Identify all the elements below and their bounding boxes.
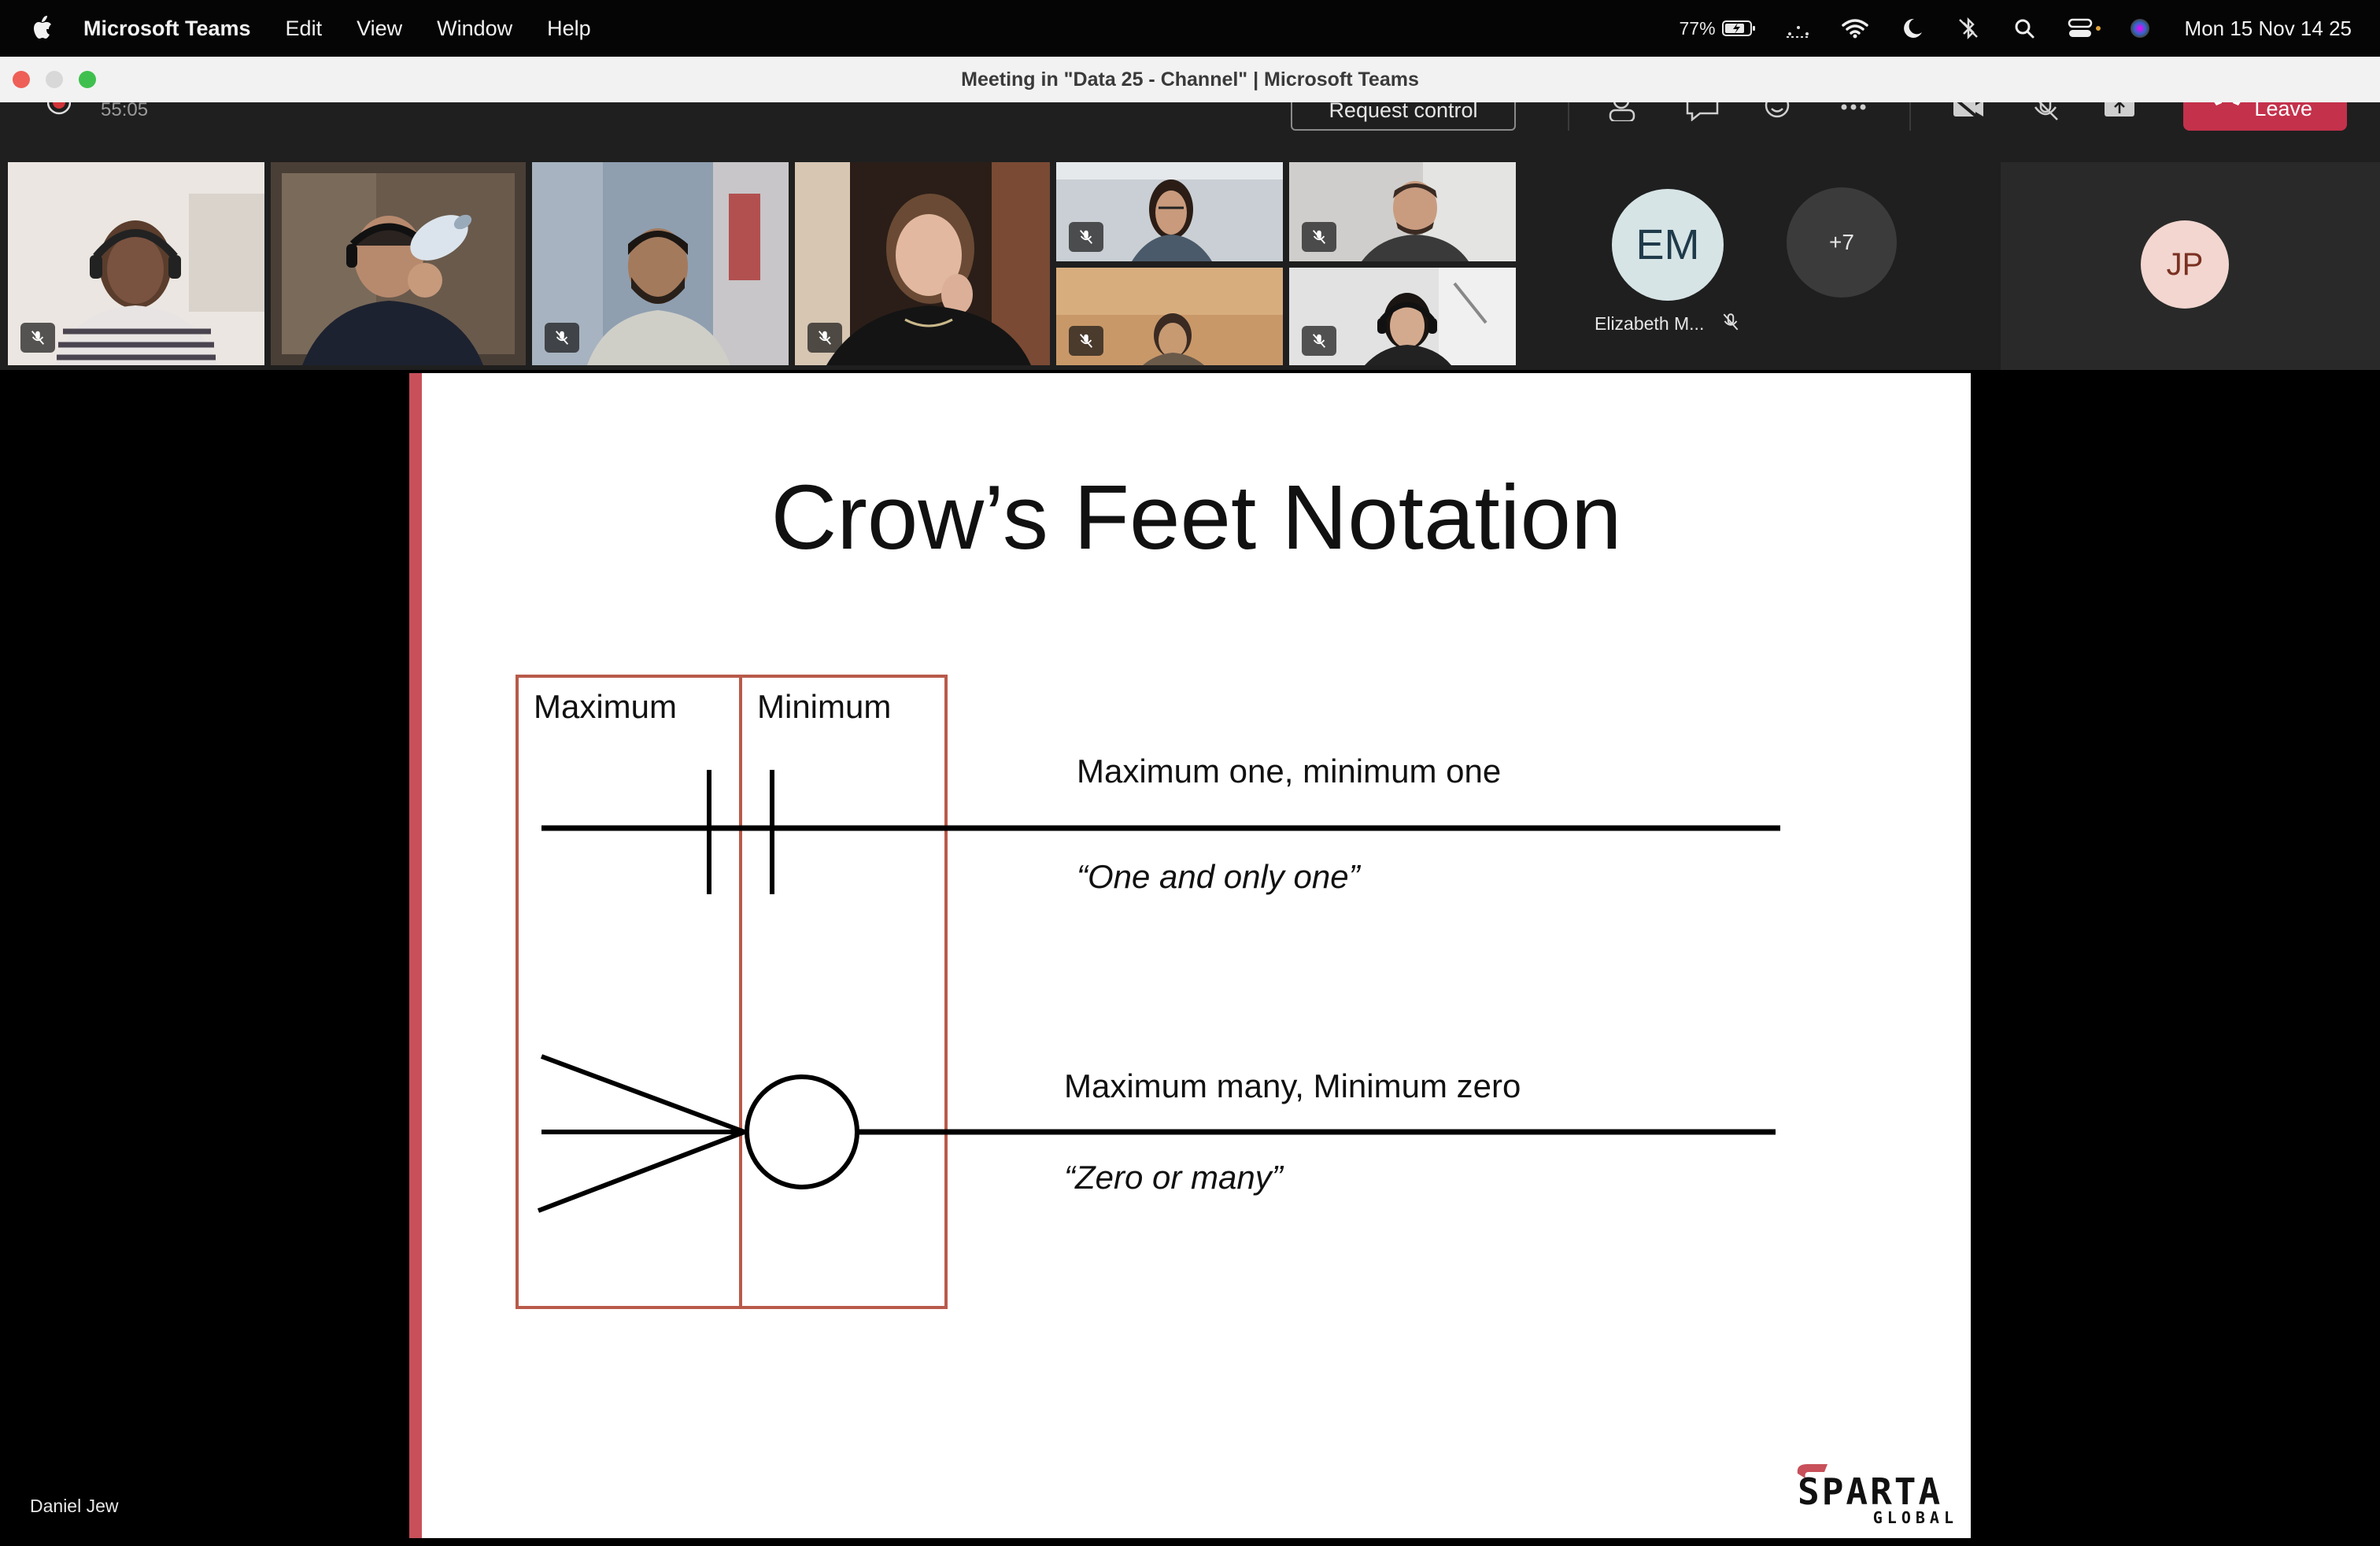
menu-edit[interactable]: Edit — [286, 17, 323, 41]
control-center-icon[interactable] — [2067, 17, 2101, 40]
participant-name-em: Elizabeth M... — [1595, 313, 1705, 334]
screen-mirroring-icon[interactable] — [1783, 17, 1813, 40]
participant-video-tile[interactable] — [1056, 268, 1283, 365]
request-control-button[interactable]: Request control — [1291, 102, 1516, 131]
menu-app-name[interactable]: Microsoft Teams — [83, 17, 251, 41]
recording-icon — [47, 102, 71, 115]
self-view-panel: JP — [2001, 162, 2380, 370]
overflow-count: +7 — [1829, 230, 1854, 254]
participant-video-tile[interactable] — [8, 162, 264, 365]
menu-help[interactable]: Help — [547, 17, 591, 41]
leave-button[interactable]: Leave — [2183, 102, 2347, 131]
mic-muted-icon — [1723, 313, 1739, 331]
participant-avatar-jp[interactable]: JP — [2141, 220, 2229, 309]
presenter-name: Daniel Jew — [30, 1496, 119, 1516]
mic-muted-icon — [1069, 222, 1103, 252]
row1-description: Maximum one, minimum one — [1077, 753, 1502, 790]
participant-video-tile[interactable] — [1056, 162, 1283, 261]
crows-foot-upper — [540, 1054, 746, 1134]
participant-video-tile-active[interactable] — [271, 162, 526, 365]
mic-muted-icon — [1302, 326, 1336, 356]
toolbar-divider — [1568, 102, 1569, 131]
mic-muted-icon — [1302, 222, 1336, 252]
participants-icon[interactable] — [1606, 102, 1645, 121]
bluetooth-off-icon[interactable] — [1953, 17, 1983, 40]
meeting-toolbar: 55:05 Request control Leave — [0, 102, 2380, 157]
mac-menu-bar: Microsoft Teams Edit View Window Help 77… — [0, 0, 2380, 57]
menu-bar-clock[interactable]: Mon 15 Nov 14 25 — [2185, 17, 2352, 41]
mic-muted-icon — [1069, 326, 1103, 356]
menu-window[interactable]: Window — [437, 17, 512, 41]
participant-video — [271, 162, 526, 365]
toolbar-divider — [1909, 102, 1911, 131]
mic-muted-icon — [808, 323, 842, 353]
participant-video-tile[interactable] — [532, 162, 789, 365]
row1-quote: “One and only one” — [1077, 858, 1360, 895]
logo-main-text: SPARTA — [1798, 1470, 1943, 1513]
zero-circle — [745, 1074, 859, 1189]
presentation-slide: Crow’s Feet Notation Maximum Minimum Max… — [422, 373, 1971, 1538]
menu-view[interactable]: View — [357, 17, 402, 41]
apple-icon[interactable] — [28, 13, 57, 44]
share-content-icon[interactable] — [2100, 102, 2139, 121]
participant-video-tile[interactable] — [795, 162, 1050, 365]
mic-muted-icon — [20, 323, 55, 353]
mic-muted-icon — [545, 323, 579, 353]
participant-video-tile[interactable] — [1289, 162, 1516, 261]
avatar-initials: EM — [1635, 221, 1700, 268]
camera-off-icon[interactable] — [1949, 102, 1988, 121]
row2-description: Maximum many, Minimum zero — [1064, 1067, 1521, 1104]
siri-icon[interactable] — [2128, 17, 2152, 40]
more-participants-button[interactable]: +7 — [1787, 187, 1897, 298]
minimum-column-label: Minimum — [757, 688, 892, 725]
hang-up-icon — [2214, 102, 2241, 105]
reactions-icon[interactable] — [1758, 102, 1798, 121]
crows-foot-lower — [537, 1130, 746, 1213]
leave-label: Leave — [2254, 102, 2312, 120]
window-title-bar: Meeting in "Data 25 - Channel" | Microso… — [0, 57, 2380, 102]
battery-icon[interactable] — [1721, 17, 1757, 40]
participant-video-tile[interactable] — [1289, 268, 1516, 365]
sparta-global-logo: SPARTA GLOBAL — [1793, 1463, 1961, 1530]
row2-quote: “Zero or many” — [1064, 1159, 1283, 1196]
moon-icon[interactable] — [1897, 17, 1927, 40]
wifi-icon[interactable] — [1840, 17, 1870, 40]
chat-icon[interactable] — [1683, 102, 1722, 121]
slide-accent-bar — [409, 373, 422, 1538]
crows-feet-diagram — [516, 675, 1780, 1309]
battery-percent: 77% — [1679, 17, 1716, 39]
participant-avatar-em[interactable]: EM — [1612, 189, 1724, 301]
logo-sub-text: GLOBAL — [1872, 1508, 1958, 1527]
avatar-initials: JP — [2166, 247, 2204, 282]
mic-off-icon[interactable] — [2026, 102, 2065, 121]
window-title: Meeting in "Data 25 - Channel" | Microso… — [961, 68, 1419, 91]
more-options-icon[interactable] — [1834, 102, 1873, 121]
menu-bar-status-area: 77% Mon 15 Nov 14 25 — [1679, 0, 2352, 57]
maximum-column-label: Maximum — [534, 688, 678, 725]
meeting-timer: 55:05 — [101, 102, 149, 120]
search-icon[interactable] — [2010, 17, 2040, 40]
